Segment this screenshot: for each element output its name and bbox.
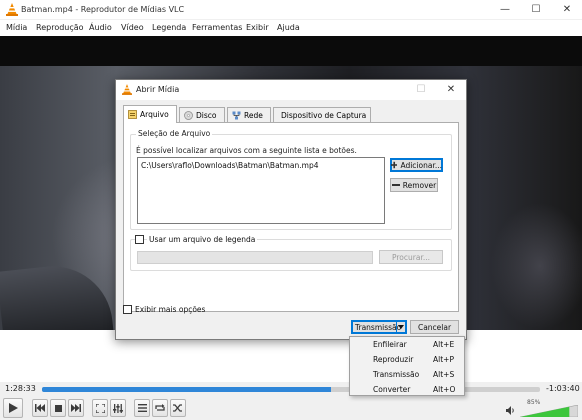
stop-button[interactable] bbox=[50, 399, 66, 417]
add-file-button[interactable]: Adicionar... bbox=[390, 158, 443, 172]
plus-icon bbox=[391, 161, 398, 169]
stream-button-label: Transmissão bbox=[355, 322, 402, 332]
seek-progress bbox=[42, 387, 331, 392]
menu-tools[interactable]: Ferramentas bbox=[192, 23, 242, 32]
menu-item-label: Converter bbox=[373, 385, 411, 394]
subtitle-checkbox-label: Usar um arquivo de legenda bbox=[147, 235, 258, 244]
controls-bar: 85% bbox=[0, 396, 582, 420]
vlc-logo-icon bbox=[6, 3, 18, 16]
volume-slider[interactable] bbox=[520, 405, 578, 417]
remove-file-label: Remover bbox=[402, 180, 437, 190]
loop-icon bbox=[155, 404, 165, 411]
disc-icon bbox=[184, 111, 193, 120]
window-title: Batman.mp4 - Reprodutor de Mídias VLC bbox=[21, 5, 185, 14]
stream-button[interactable]: Transmissão bbox=[351, 320, 407, 334]
menu-item-label: Reproduzir bbox=[373, 355, 414, 364]
playlist-icon bbox=[137, 404, 147, 412]
speaker-icon[interactable] bbox=[506, 406, 516, 415]
dialog-title: Abrir Mídia bbox=[136, 85, 180, 94]
menu-item-shortcut: Alt+O bbox=[433, 385, 456, 394]
menu-help[interactable]: Ajuda bbox=[277, 23, 300, 32]
dialog-title-bar: Abrir Mídia ☐ ✕ bbox=[116, 80, 466, 100]
browse-subtitle-label: Procurar... bbox=[391, 252, 430, 262]
chevron-down-icon bbox=[398, 325, 404, 329]
menu-item-stream[interactable]: Transmissão Alt+S bbox=[350, 367, 464, 382]
fullscreen-icon bbox=[95, 403, 105, 413]
play-icon bbox=[8, 403, 18, 413]
menu-audio[interactable]: Áudio bbox=[89, 23, 112, 32]
more-options-label: Exibir mais opções bbox=[135, 305, 206, 314]
fullscreen-button[interactable] bbox=[92, 399, 108, 417]
file-list[interactable]: C:\Users\raflo\Downloads\Batman\Batman.m… bbox=[137, 157, 385, 224]
tab-file[interactable]: Arquivo bbox=[123, 105, 177, 123]
menu-subtitle[interactable]: Legenda bbox=[152, 23, 186, 32]
tab-disc-label: Disco bbox=[196, 111, 217, 120]
stop-icon bbox=[54, 404, 62, 412]
menu-item-label: Enfileirar bbox=[373, 340, 407, 349]
loop-button[interactable] bbox=[152, 399, 168, 417]
tab-file-label: Arquivo bbox=[140, 110, 169, 119]
dialog-maximize-button[interactable]: ☐ bbox=[406, 80, 436, 100]
tab-capture-device[interactable]: Dispositivo de Captura bbox=[273, 107, 371, 123]
menu-media[interactable]: Mídia bbox=[6, 23, 27, 32]
cancel-button[interactable]: Cancelar bbox=[410, 320, 459, 334]
subtitle-checkbox[interactable] bbox=[135, 235, 144, 244]
menu-item-play[interactable]: Reproduzir Alt+P bbox=[350, 352, 464, 367]
menu-item-shortcut: Alt+S bbox=[433, 370, 455, 379]
menu-item-convert[interactable]: Converter Alt+O bbox=[350, 382, 464, 397]
cancel-button-label: Cancelar bbox=[417, 322, 452, 332]
menu-video[interactable]: Vídeo bbox=[121, 23, 144, 32]
subtitle-path-field bbox=[137, 251, 373, 264]
tab-capture-device-label: Dispositivo de Captura bbox=[281, 111, 367, 120]
tab-disc[interactable]: Disco bbox=[179, 107, 225, 123]
elapsed-time: 1:28:33 bbox=[5, 384, 36, 393]
shuffle-icon bbox=[173, 404, 182, 412]
extended-settings-button[interactable] bbox=[110, 399, 126, 417]
close-button[interactable]: ✕ bbox=[552, 0, 582, 20]
previous-icon bbox=[35, 404, 45, 412]
tab-network-label: Rede bbox=[244, 111, 263, 120]
browse-subtitle-button: Procurar... bbox=[379, 250, 443, 264]
seek-slider[interactable] bbox=[42, 387, 540, 392]
next-icon bbox=[71, 404, 81, 412]
add-file-label: Adicionar... bbox=[400, 160, 442, 170]
menu-view[interactable]: Exibir bbox=[246, 23, 269, 32]
menu-playback[interactable]: Reprodução bbox=[36, 23, 84, 32]
shuffle-button[interactable] bbox=[170, 399, 186, 417]
file-list-item[interactable]: C:\Users\raflo\Downloads\Batman\Batman.m… bbox=[141, 161, 318, 170]
file-selection-label: Seleção de Arquivo bbox=[136, 129, 213, 138]
minimize-button[interactable]: — bbox=[490, 0, 520, 20]
network-icon bbox=[232, 111, 241, 120]
menu-item-enqueue[interactable]: Enfileirar Alt+E bbox=[350, 337, 464, 352]
open-media-dialog: Abrir Mídia ☐ ✕ Arquivo Disco Rede Dispo… bbox=[115, 79, 467, 340]
stream-dropdown-menu: Enfileirar Alt+E Reproduzir Alt+P Transm… bbox=[349, 336, 465, 396]
minus-icon bbox=[391, 184, 400, 186]
more-options-checkbox[interactable] bbox=[123, 305, 132, 314]
maximize-button[interactable]: ☐ bbox=[521, 0, 551, 20]
stream-dropdown-arrow[interactable] bbox=[396, 322, 405, 332]
file-hint-text: É possível localizar arquivos com a segu… bbox=[136, 146, 357, 155]
file-icon bbox=[128, 110, 137, 119]
menu-item-label: Transmissão bbox=[373, 370, 420, 379]
menu-item-shortcut: Alt+E bbox=[433, 340, 455, 349]
previous-button[interactable] bbox=[32, 399, 48, 417]
remove-file-button[interactable]: Remover bbox=[390, 178, 438, 192]
tab-network[interactable]: Rede bbox=[227, 107, 271, 123]
vlc-logo-icon bbox=[122, 84, 132, 95]
title-bar: Batman.mp4 - Reprodutor de Mídias VLC — … bbox=[0, 0, 582, 20]
next-button[interactable] bbox=[68, 399, 84, 417]
playlist-button[interactable] bbox=[134, 399, 150, 417]
seek-row: 1:28:33 -1:03:40 bbox=[0, 382, 582, 396]
remaining-time: -1:03:40 bbox=[546, 384, 580, 393]
extended-settings-icon bbox=[113, 403, 123, 413]
menu-item-shortcut: Alt+P bbox=[433, 355, 454, 364]
dialog-close-button[interactable]: ✕ bbox=[436, 80, 466, 100]
menu-bar: Mídia Reprodução Áudio Vídeo Legenda Fer… bbox=[0, 20, 582, 36]
play-button[interactable] bbox=[3, 398, 23, 418]
